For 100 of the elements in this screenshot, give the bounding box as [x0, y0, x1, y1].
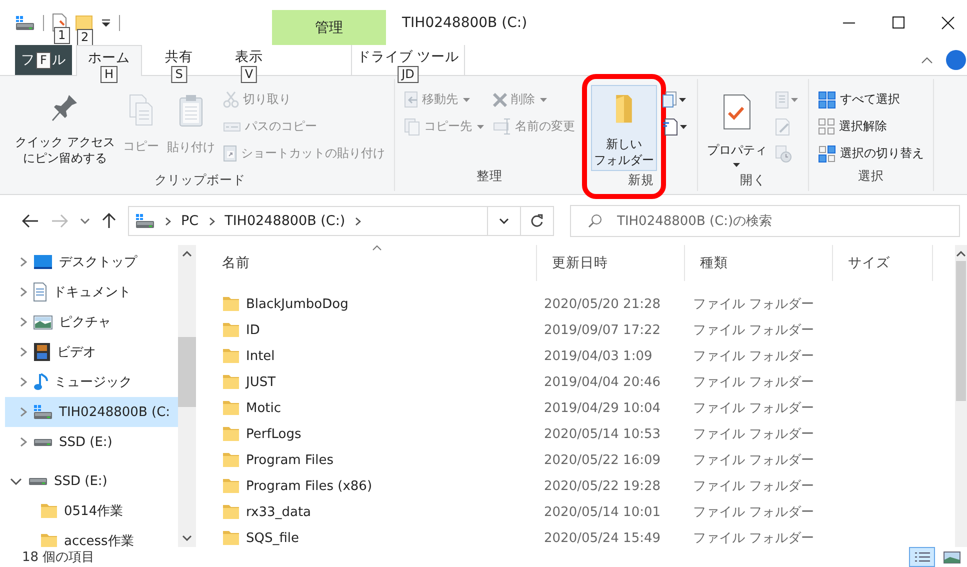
- details-view-button[interactable]: [909, 547, 935, 567]
- ribbon-button[interactable]: 新しい フォルダー: [590, 85, 657, 171]
- table-cell-text: ファイル フォルダー: [692, 348, 816, 365]
- sort-ascending-icon: [372, 245, 382, 251]
- tree-item[interactable]: ミュージック: [0, 367, 178, 397]
- table-cell-text: ファイル フォルダー: [692, 400, 816, 417]
- address-field[interactable]: PC TIH0248800B (C:): [128, 206, 488, 236]
- table-cell-text: 2019/04/03 1:09: [543, 348, 654, 364]
- folder-icon: [222, 426, 240, 442]
- file-name[interactable]: rx33_data: [246, 504, 312, 520]
- scrollbar[interactable]: [955, 245, 967, 547]
- ribbon-button[interactable]: 選択解除: [814, 114, 927, 139]
- copy-to-icon: [404, 118, 420, 136]
- desktop-icon: [33, 254, 53, 270]
- folder-icon: [40, 503, 58, 519]
- table-cell-text: ファイル フォルダー: [692, 322, 816, 339]
- ribbon-button[interactable]: すべて選択: [814, 87, 927, 112]
- scrollbar[interactable]: [178, 245, 196, 547]
- folder-icon: [222, 296, 240, 312]
- table-cell-text: 2020/05/14 10:01: [543, 504, 662, 520]
- chevron-right-icon: [355, 216, 362, 226]
- contextual-tab-header: 管理: [272, 10, 386, 45]
- folder-icon: [222, 400, 240, 416]
- refresh-button[interactable]: [520, 206, 554, 236]
- search-field[interactable]: TIH0248800B (C:)の検索: [570, 205, 960, 237]
- chevron-right-icon: [20, 317, 27, 327]
- file-name[interactable]: SQS_file: [246, 530, 300, 546]
- tree-item[interactable]: SSD (E:): [0, 427, 178, 457]
- chevron-right-icon: [20, 437, 27, 447]
- table-cell-text: ファイル フォルダー: [692, 452, 816, 469]
- chevron-right-icon: [208, 216, 215, 226]
- chevron-down-icon[interactable]: [80, 218, 90, 224]
- table-cell-text: 2020/05/22 16:09: [543, 452, 662, 468]
- new-item-icon: [662, 91, 677, 108]
- ribbon-tab[interactable]: 共有: [146, 45, 212, 67]
- table-cell-text: 2019/09/07 17:22: [543, 322, 662, 338]
- key-tip-tooltip: JD: [398, 66, 418, 83]
- file-tab[interactable]: フ F ル: [15, 45, 72, 75]
- column-header[interactable]: 種類: [685, 245, 833, 281]
- up-arrow-icon[interactable]: [102, 213, 116, 229]
- table-cell-text: ファイル フォルダー: [692, 504, 816, 521]
- file-name[interactable]: Program Files: [246, 452, 334, 468]
- tree-item[interactable]: デスクトップ: [0, 247, 178, 277]
- folder-icon: [222, 374, 240, 390]
- ribbon-tab[interactable]: ドライブ ツール: [352, 45, 464, 67]
- tree-item[interactable]: SSD (E:): [0, 466, 178, 496]
- tree-item[interactable]: access作業: [0, 526, 178, 547]
- tree-item[interactable]: ドキュメント: [0, 277, 178, 307]
- group-label: 選択: [856, 167, 885, 185]
- drive-icon[interactable]: [15, 14, 35, 30]
- folder-icon: [222, 452, 240, 468]
- column-header[interactable]: 更新日時: [537, 245, 685, 281]
- key-tip: 2: [77, 28, 93, 46]
- edit-icon: [774, 118, 790, 136]
- tree-item[interactable]: TIH0248800B (C:: [5, 397, 178, 427]
- back-arrow-icon[interactable]: [22, 214, 39, 228]
- table-cell-text: ファイル フォルダー: [692, 478, 816, 495]
- drive-icon: [33, 438, 53, 446]
- history-icon: [774, 144, 792, 162]
- file-name[interactable]: BlackJumboDog: [246, 296, 348, 312]
- breadcrumb[interactable]: PC: [181, 213, 199, 229]
- ribbon-button[interactable]: 選択の切り替え: [814, 141, 927, 166]
- file-name[interactable]: PerfLogs: [246, 426, 302, 442]
- music-note-icon: [33, 373, 48, 391]
- file-name[interactable]: ID: [246, 322, 260, 338]
- dropdown-icon[interactable]: [101, 18, 111, 26]
- scroll-thumb[interactable]: [956, 261, 966, 401]
- maximize-icon[interactable]: [892, 16, 905, 29]
- scroll-thumb[interactable]: [178, 337, 196, 407]
- column-header[interactable]: 名前: [207, 245, 537, 281]
- ribbon-button[interactable]: プロパティ: [704, 85, 770, 171]
- scroll-down-icon: [182, 535, 192, 541]
- collapse-ribbon-icon[interactable]: [921, 56, 933, 64]
- file-name[interactable]: Motic: [246, 400, 282, 416]
- select-none-icon: [818, 118, 835, 135]
- breadcrumb[interactable]: TIH0248800B (C:): [224, 213, 346, 229]
- tree-item[interactable]: ピクチャ: [0, 307, 178, 337]
- drive-icon: [28, 476, 48, 486]
- table-cell-text: ファイル フォルダー: [692, 296, 816, 313]
- file-name[interactable]: Program Files (x86): [246, 478, 372, 494]
- table-cell-text: 2020/05/22 19:28: [543, 478, 662, 494]
- table-cell-text: 2019/04/29 10:04: [543, 400, 662, 416]
- film-icon: [33, 342, 51, 362]
- column-header[interactable]: サイズ: [833, 245, 933, 281]
- drive-icon: [135, 213, 155, 229]
- shortcut-icon: [222, 145, 237, 162]
- close-icon[interactable]: [941, 16, 955, 30]
- chevron-right-icon: [20, 347, 27, 357]
- rename-icon: [492, 118, 511, 135]
- table-cell-text: ファイル フォルダー: [692, 374, 816, 391]
- file-name[interactable]: Intel: [246, 348, 275, 364]
- tree-item[interactable]: ビデオ: [0, 337, 178, 367]
- ribbon-button[interactable]: クイック アクセス にピン留めする: [12, 85, 118, 171]
- path-icon: [222, 122, 241, 132]
- key-tip: 1: [54, 27, 70, 44]
- search-icon: [588, 214, 602, 228]
- folder-icon[interactable]: [75, 14, 93, 30]
- ribbon-tab[interactable]: 表示: [216, 45, 282, 67]
- file-name[interactable]: JUST: [246, 374, 276, 390]
- tree-item[interactable]: 0514作業: [0, 496, 178, 526]
